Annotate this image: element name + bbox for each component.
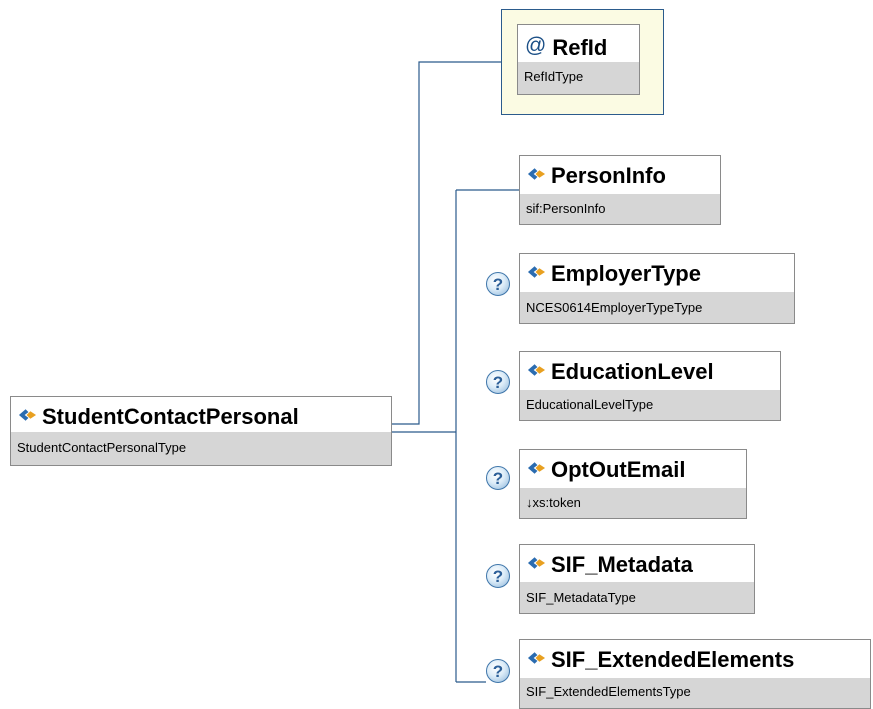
element-type: SIF_MetadataType [520, 582, 754, 613]
attribute-type: RefIdType [518, 62, 639, 94]
element-icon [527, 557, 546, 569]
element-optoutemail[interactable]: OptOutEmail ↓xs:token [519, 449, 747, 519]
element-type: NCES0614EmployerTypeType [520, 292, 794, 323]
element-type: SIF_ExtendedElementsType [520, 678, 870, 708]
element-name: EmployerType [551, 261, 701, 286]
element-icon [527, 652, 546, 664]
element-sif-extendedelements[interactable]: SIF_ExtendedElements SIF_ExtendedElement… [519, 639, 871, 709]
optional-icon: ? [486, 370, 510, 394]
element-educationlevel[interactable]: EducationLevel EducationalLevelType [519, 351, 781, 421]
element-icon [527, 364, 546, 376]
optional-icon: ? [486, 659, 510, 683]
element-type: sif:PersonInfo [520, 194, 720, 224]
root-name: StudentContactPersonal [42, 404, 299, 429]
element-name: SIF_Metadata [551, 552, 693, 577]
root-type: StudentContactPersonalType [11, 432, 391, 465]
root-element[interactable]: StudentContactPersonal StudentContactPer… [10, 396, 392, 466]
element-name: PersonInfo [551, 163, 666, 188]
element-employertype[interactable]: EmployerType NCES0614EmployerTypeType [519, 253, 795, 324]
element-name: OptOutEmail [551, 457, 686, 482]
optional-icon: ? [486, 466, 510, 490]
element-type: ↓xs:token [520, 488, 746, 518]
attribute-name: RefId [552, 35, 608, 60]
optional-icon: ? [486, 564, 510, 588]
connector-refid [392, 61, 501, 425]
optional-icon: ? [486, 272, 510, 296]
element-type: EducationalLevelType [520, 390, 780, 420]
element-icon [527, 168, 546, 180]
attribute-refid[interactable]: @ RefId RefIdType [517, 24, 640, 95]
element-personinfo[interactable]: PersonInfo sif:PersonInfo [519, 155, 721, 225]
element-icon [18, 409, 37, 421]
element-icon [527, 462, 546, 474]
element-name: EducationLevel [551, 359, 714, 384]
element-icon [527, 266, 546, 278]
element-name: SIF_ExtendedElements [551, 647, 795, 672]
element-sif-metadata[interactable]: SIF_Metadata SIF_MetadataType [519, 544, 755, 614]
attribute-icon: @ [525, 34, 547, 57]
